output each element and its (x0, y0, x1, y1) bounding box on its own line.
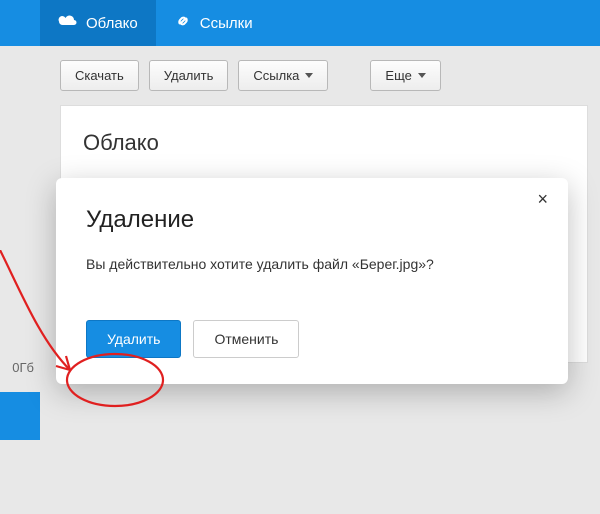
page-title: Облако (83, 130, 565, 156)
close-icon[interactable]: × (531, 188, 554, 211)
dialog-actions: Удалить Отменить (86, 320, 538, 358)
top-tabs: Облако Ссылки (0, 0, 600, 46)
storage-badge: 0Гб (0, 360, 38, 375)
more-dropdown-button[interactable]: Еще (370, 60, 440, 91)
tab-cloud[interactable]: Облако (40, 0, 156, 46)
link-icon (174, 12, 192, 34)
tab-links[interactable]: Ссылки (156, 0, 271, 46)
cloud-icon (58, 14, 78, 32)
confirm-delete-button[interactable]: Удалить (86, 320, 181, 358)
cancel-button[interactable]: Отменить (193, 320, 299, 358)
chevron-down-icon (305, 73, 313, 78)
delete-button[interactable]: Удалить (149, 60, 229, 91)
dialog-title: Удаление (86, 206, 538, 234)
more-dropdown-label: Еще (385, 68, 411, 83)
link-dropdown-button[interactable]: Ссылка (238, 60, 328, 91)
tab-links-label: Ссылки (200, 15, 253, 32)
left-dock (0, 392, 40, 440)
chevron-down-icon (418, 73, 426, 78)
download-button[interactable]: Скачать (60, 60, 139, 91)
tab-cloud-label: Облако (86, 15, 138, 32)
delete-dialog: × Удаление Вы действительно хотите удали… (56, 178, 568, 384)
link-dropdown-label: Ссылка (253, 68, 299, 83)
dialog-text: Вы действительно хотите удалить файл «Бе… (86, 256, 538, 272)
toolbar: Скачать Удалить Ссылка Еще (0, 46, 600, 105)
